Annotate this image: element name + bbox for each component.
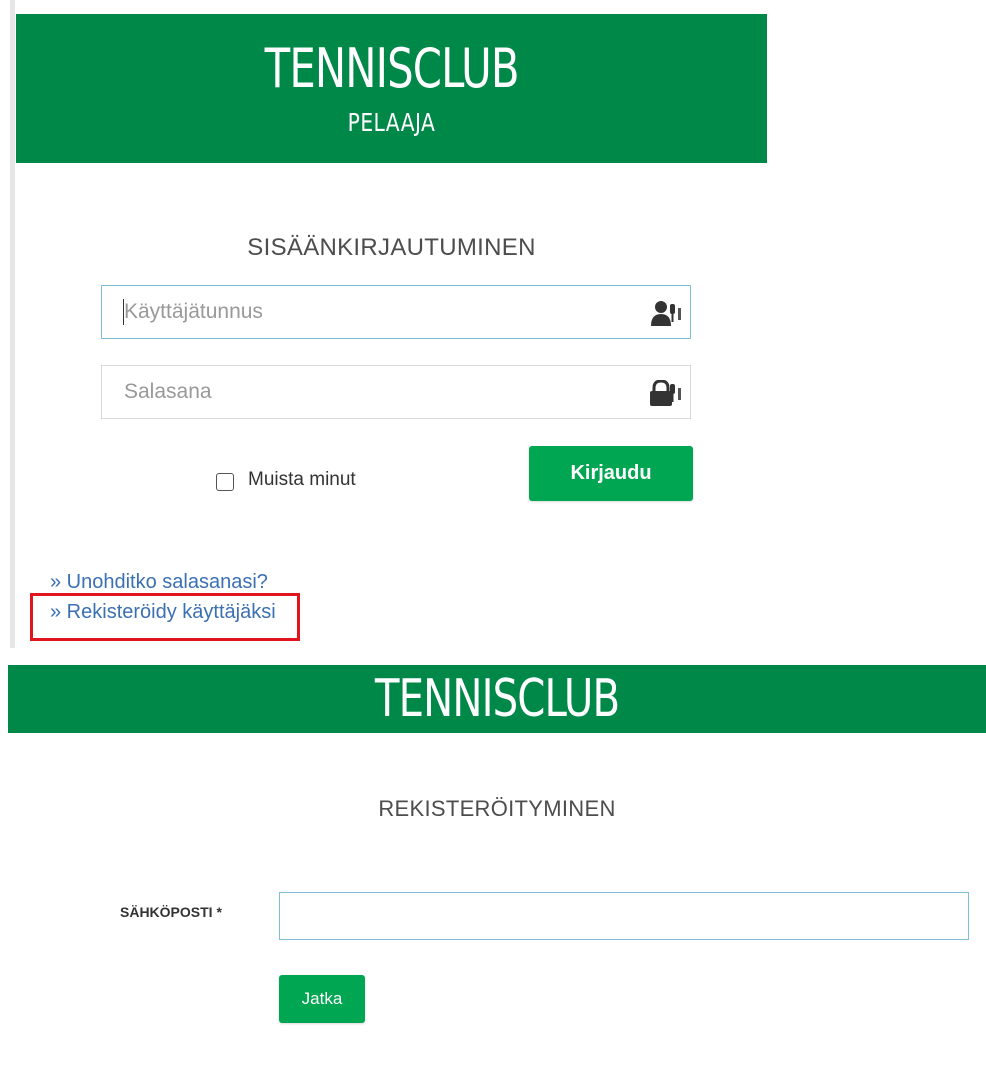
user-key-icon	[651, 301, 681, 326]
login-heading: SISÄÄNKIRJAUTUMINEN	[247, 234, 536, 261]
register-brand-title: TENNISCLUB	[374, 669, 620, 729]
continue-button[interactable]: Jatka	[279, 975, 365, 1023]
brand-title: TENNISCLUB	[264, 37, 519, 100]
login-button[interactable]: Kirjaudu	[529, 446, 693, 501]
password-placeholder: Salasana	[124, 380, 212, 403]
role-subtitle: PELAAJA	[347, 108, 436, 137]
username-field[interactable]: Käyttäjätunnus	[101, 285, 691, 339]
left-divider	[10, 0, 15, 648]
register-heading: REKISTERÖITYMINEN	[378, 796, 616, 821]
remember-checkbox[interactable]	[216, 473, 234, 491]
login-panel: TENNISCLUB PELAAJA SISÄÄNKIRJAUTUMINEN K…	[0, 0, 770, 648]
forgot-password-link[interactable]: » Unohditko salasanasi?	[50, 571, 268, 594]
email-label: SÄHKÖPOSTI *	[120, 904, 222, 920]
password-field[interactable]: Salasana	[101, 365, 691, 419]
register-link-highlight	[30, 593, 300, 641]
email-input[interactable]	[279, 892, 969, 940]
remember-label: Muista minut	[248, 469, 356, 490]
lock-key-icon	[650, 380, 681, 406]
register-header-banner: TENNISCLUB	[8, 665, 986, 733]
username-placeholder: Käyttäjätunnus	[124, 300, 263, 323]
header-banner: TENNISCLUB PELAAJA	[16, 14, 767, 163]
